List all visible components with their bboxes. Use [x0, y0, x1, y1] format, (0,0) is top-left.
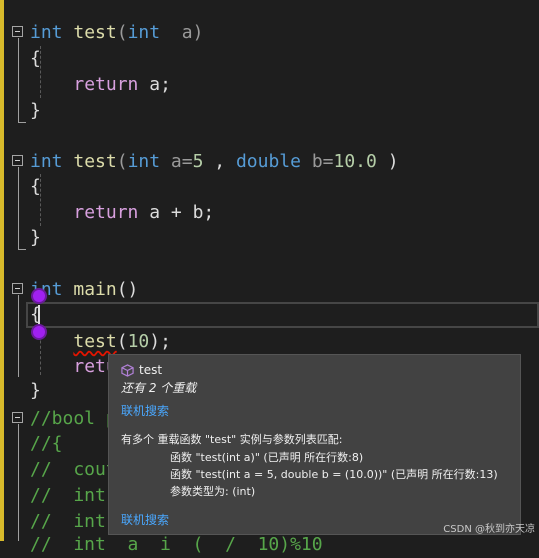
change-indicator-bar: [0, 0, 4, 541]
param-b: b=: [300, 151, 334, 172]
code-line-comment[interactable]: //bool p: [30, 406, 117, 432]
code-line-comment[interactable]: // cout: [30, 457, 117, 483]
keyword-int: int: [127, 151, 161, 172]
close-brace: }: [30, 380, 41, 401]
call-argument: 10: [127, 331, 150, 352]
code-line-brace[interactable]: {: [30, 174, 41, 200]
semicolon: ;: [160, 331, 171, 352]
tooltip-candidate-1: 函数 "test(int a)" (已声明 所在行数:8): [170, 451, 364, 464]
paren: (: [116, 151, 128, 172]
function-name: test: [73, 151, 117, 172]
function-name: test: [73, 22, 117, 43]
fold-region-line: [18, 424, 19, 541]
separator: ,: [203, 151, 236, 172]
fold-region-end: [18, 122, 26, 123]
code-line-return[interactable]: return a + b;: [30, 200, 214, 226]
search-online-link[interactable]: 联机搜索: [121, 402, 169, 419]
tooltip-header: test: [121, 363, 162, 377]
fold-toggle-test-int[interactable]: [12, 26, 23, 37]
return-expression: a + b;: [138, 202, 215, 223]
keyword-double: double: [235, 151, 301, 172]
code-line-brace[interactable]: }: [30, 378, 41, 404]
code-line-call[interactable]: test(10);: [30, 329, 171, 355]
default-value: 10.0: [333, 151, 377, 172]
close-brace: }: [30, 227, 41, 248]
function-name: main: [73, 279, 117, 300]
keyword-int: int: [30, 151, 63, 172]
current-line-highlight: [26, 302, 539, 328]
code-line-return[interactable]: retu: [30, 354, 116, 380]
code-line-comment[interactable]: // int: [30, 483, 106, 509]
paren: ): [149, 331, 161, 352]
open-brace: {: [30, 48, 41, 69]
keyword-return: return: [73, 74, 139, 95]
paren: (): [116, 279, 139, 300]
fold-region-line: [18, 38, 19, 122]
open-brace: {: [30, 176, 41, 197]
code-line-brace[interactable]: }: [30, 225, 41, 251]
keyword-int: int: [30, 22, 63, 43]
paren: (: [116, 22, 128, 43]
default-value: 5: [192, 151, 204, 172]
search-online-link-2[interactable]: 联机搜索: [121, 511, 169, 528]
error-squiggle-call[interactable]: test: [73, 331, 116, 352]
code-line-return[interactable]: return a;: [30, 72, 171, 98]
return-expression: a;: [138, 74, 171, 95]
paren: (: [116, 331, 128, 352]
tooltip-candidate-2: 函数 "test(int a = 5, double b = (10.0))" …: [170, 468, 498, 481]
tooltip-error-message: 有多个 重载函数 "test" 实例与参数列表匹配:: [121, 433, 343, 446]
function-cube-icon: [121, 363, 134, 377]
code-line-test-int-double-signature[interactable]: int test(int a=5 , double b=10.0 ): [30, 149, 399, 175]
selection-handle-top[interactable]: [33, 290, 45, 302]
fold-region-line: [18, 167, 19, 249]
quickinfo-tooltip: test 还有 2 个重载 联机搜索 有多个 重载函数 "test" 实例与参数…: [108, 354, 521, 535]
close-brace: }: [30, 100, 41, 121]
fold-region-line: [18, 295, 19, 377]
fold-toggle-test-int-double[interactable]: [12, 155, 23, 166]
tooltip-overloads-count: 还有 2 个重载: [121, 381, 197, 395]
keyword-int: int: [127, 22, 161, 43]
fold-toggle-main[interactable]: [12, 283, 23, 294]
paren: ): [192, 22, 204, 43]
param-a: a=: [160, 151, 193, 172]
paren: ): [376, 151, 399, 172]
code-line-comment[interactable]: // int a i ( / 10)%10: [30, 532, 323, 558]
code-line-brace[interactable]: }: [30, 98, 41, 124]
fold-toggle-comment[interactable]: [12, 412, 23, 423]
code-line-brace[interactable]: {: [30, 46, 41, 72]
code-line-test-int-signature[interactable]: int test(int a): [30, 20, 203, 46]
tooltip-symbol-name: test: [139, 363, 163, 377]
tooltip-argument-types: 参数类型为: (int): [170, 485, 256, 498]
keyword-return: return: [73, 202, 139, 223]
fold-region-end: [18, 249, 26, 250]
param-a: a: [160, 22, 193, 43]
code-line-comment[interactable]: //{: [30, 431, 63, 457]
watermark: CSDN @秋到亦天凉: [443, 524, 535, 535]
code-line-main-signature[interactable]: int main(): [30, 277, 138, 303]
text-caret: [38, 305, 40, 325]
